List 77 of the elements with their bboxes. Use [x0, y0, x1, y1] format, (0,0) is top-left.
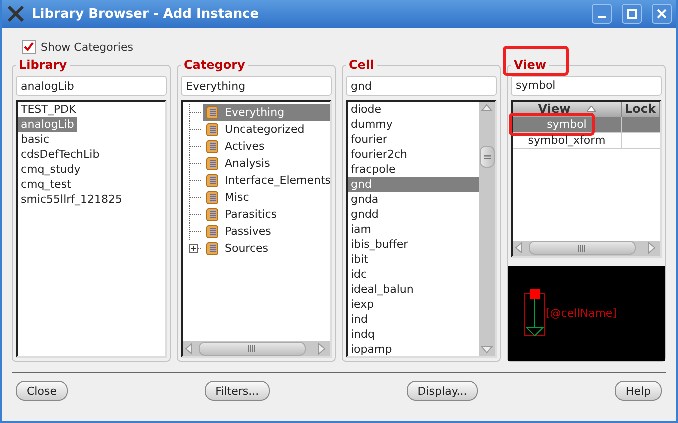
minimize-icon — [598, 16, 606, 18]
library-item[interactable]: cmq_study — [18, 162, 84, 177]
vertical-scrollbar[interactable] — [479, 102, 495, 356]
scroll-thumb[interactable] — [199, 342, 306, 356]
category-item[interactable]: Everything — [203, 104, 330, 121]
category-icon — [205, 242, 219, 256]
panel-heading: Library — [18, 58, 68, 72]
cell-item[interactable]: dummy — [348, 117, 479, 132]
category-item[interactable]: Uncategorized — [203, 121, 330, 138]
close-button[interactable] — [652, 4, 672, 24]
category-icon — [205, 106, 219, 120]
category-icon — [205, 140, 219, 154]
horizontal-scrollbar[interactable] — [513, 240, 660, 256]
cell-item[interactable]: iopamp — [348, 342, 479, 356]
show-categories-checkbox[interactable] — [22, 40, 36, 54]
grip-icon — [248, 345, 257, 352]
category-icon — [205, 156, 219, 170]
minimize-button[interactable] — [592, 4, 612, 24]
cell-item[interactable]: fourier — [348, 132, 479, 147]
dialog-button[interactable]: Display... — [406, 381, 478, 401]
category-item[interactable]: Analysis — [203, 155, 330, 172]
close-icon — [657, 9, 667, 19]
sort-icon — [586, 106, 596, 112]
cell-item[interactable]: fracpole — [348, 162, 479, 177]
window-title: Library Browser - Add Instance — [32, 6, 260, 22]
x-logo-icon — [8, 6, 24, 22]
cell-item[interactable]: ibis_buffer — [348, 237, 479, 252]
checkbox-label: Show Categories — [41, 40, 134, 54]
ground-symbol-drawing — [524, 288, 548, 338]
cell-item[interactable]: gndd — [348, 207, 479, 222]
panel-heading: Category — [183, 58, 246, 72]
maximize-button[interactable] — [622, 4, 642, 24]
library-item[interactable]: analogLib — [18, 117, 78, 132]
category-icon — [205, 208, 219, 222]
category-icon — [205, 174, 219, 188]
grip-icon — [484, 154, 490, 160]
scroll-thumb[interactable] — [529, 241, 636, 256]
library-item[interactable]: smic55llrf_121825 — [18, 192, 126, 207]
dialog-button[interactable]: Close — [16, 381, 68, 401]
view-field[interactable]: symbol — [511, 76, 662, 96]
dialog-button[interactable]: Help — [614, 381, 662, 401]
category-icon — [205, 190, 219, 204]
library-field[interactable]: analogLib — [16, 76, 167, 96]
cell-item[interactable]: ibit — [348, 252, 479, 267]
library-item[interactable]: cmq_test — [18, 177, 74, 192]
cell-item[interactable]: iam — [348, 222, 479, 237]
library-item[interactable]: cdsDefTechLib — [18, 147, 103, 162]
grip-icon — [578, 244, 587, 252]
category-item[interactable]: Parasitics — [203, 206, 330, 223]
category-field[interactable]: Everything — [181, 76, 332, 96]
panel-heading: Cell — [348, 58, 376, 72]
category-icon — [205, 122, 219, 136]
category-icon — [205, 224, 219, 238]
maximize-icon — [627, 9, 637, 19]
cell-field[interactable]: gnd — [346, 76, 497, 96]
symbol-label: [@cellName] — [546, 306, 617, 320]
category-item[interactable]: Misc — [203, 189, 330, 206]
cell-item[interactable]: idc — [348, 267, 479, 282]
horizontal-scrollbar[interactable] — [183, 341, 330, 356]
library-item[interactable]: basic — [18, 132, 53, 147]
scroll-thumb[interactable] — [480, 146, 494, 168]
cell-item[interactable]: diode — [348, 102, 479, 117]
dialog-button[interactable]: Filters... — [204, 381, 270, 401]
cell-item[interactable]: ideal_balun — [348, 282, 479, 297]
library-item[interactable]: TEST_PDK — [18, 102, 80, 117]
cell-item[interactable]: iexp — [348, 297, 479, 312]
cell-item[interactable]: gnda — [348, 192, 479, 207]
table-cell: symbol_xform — [513, 132, 622, 148]
cell-item[interactable]: ind — [348, 312, 479, 327]
panel-heading: View — [511, 58, 550, 72]
cell-item[interactable]: fourier2ch — [348, 147, 479, 162]
category-item[interactable]: Sources — [203, 240, 330, 257]
cell-item[interactable]: indq — [348, 327, 479, 342]
cell-item[interactable]: gnd — [348, 177, 479, 192]
expand-icon[interactable] — [189, 244, 201, 253]
category-item[interactable]: Actives — [203, 138, 330, 155]
category-item[interactable]: Passives — [203, 223, 330, 240]
